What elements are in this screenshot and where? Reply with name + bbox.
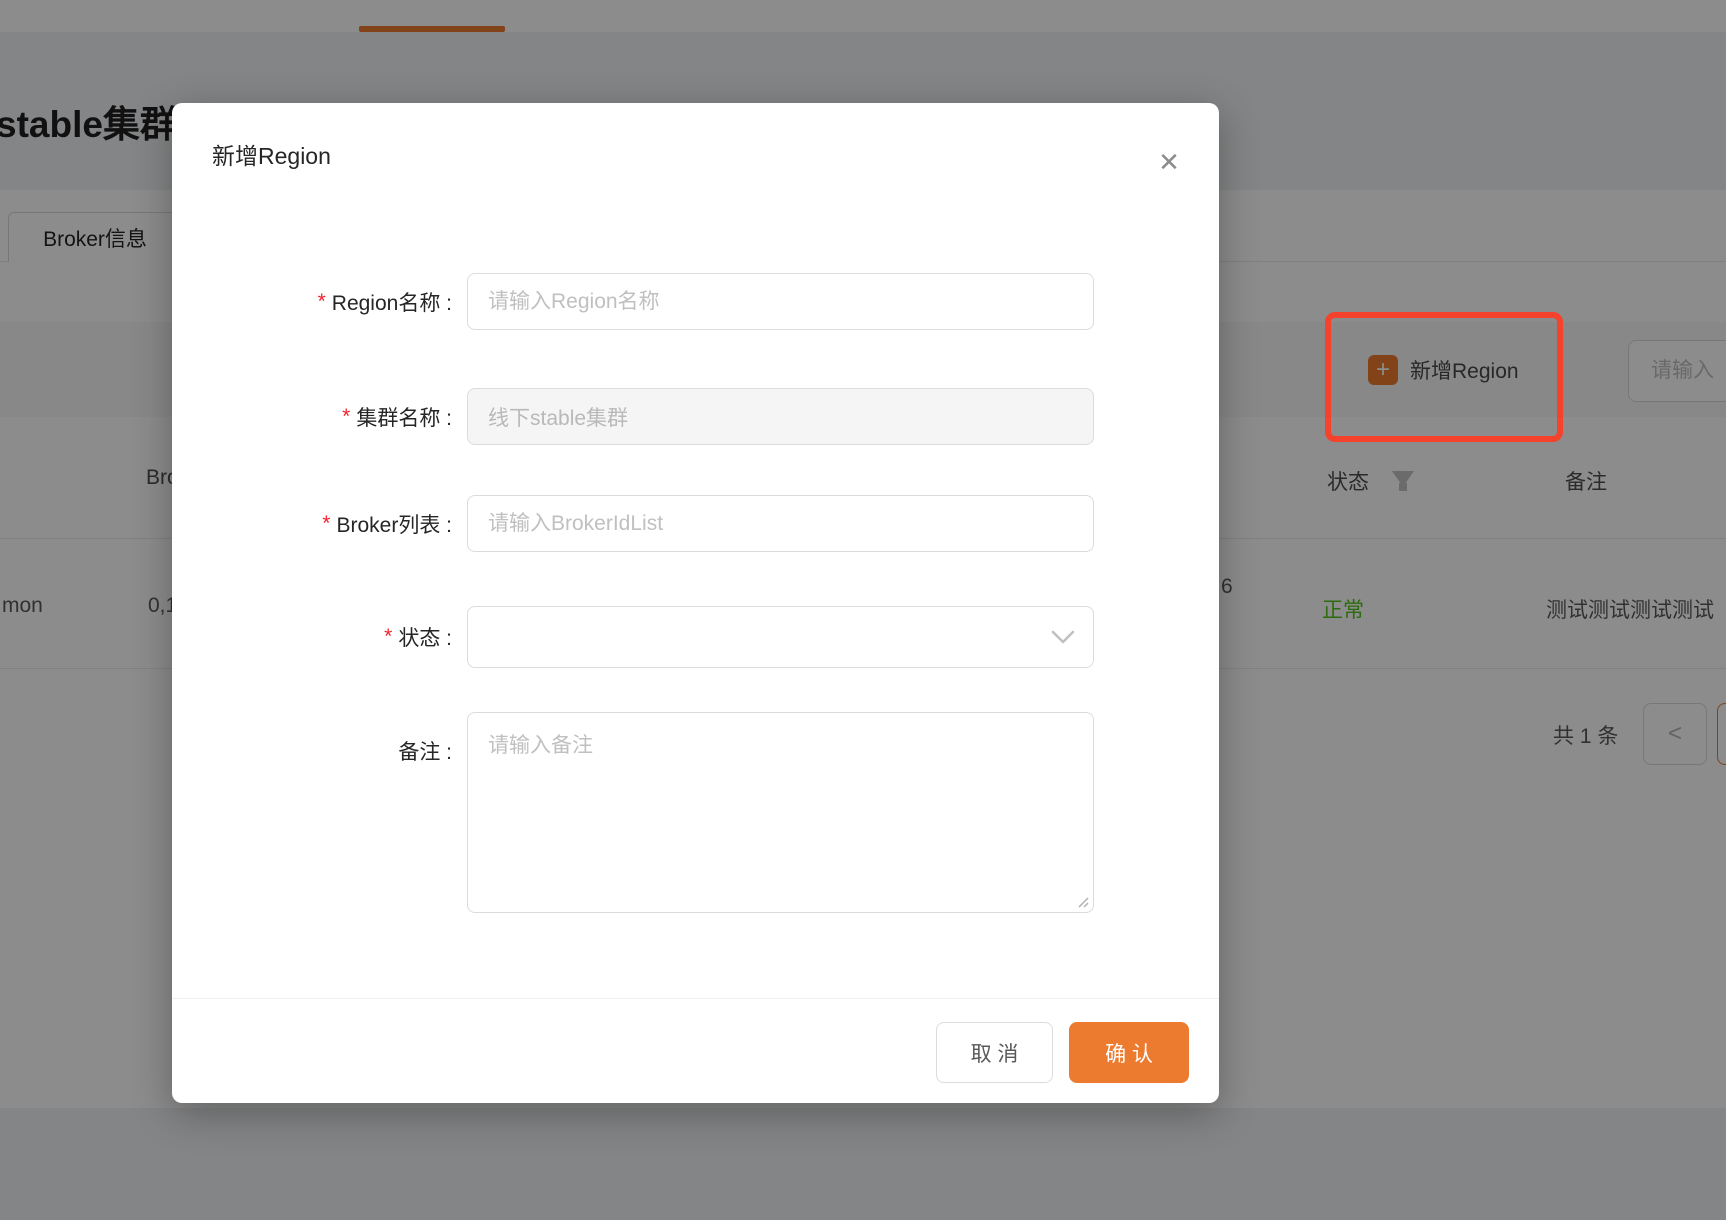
region-name-input[interactable] [467, 273, 1094, 330]
broker-list-label: Broker列表 : [336, 509, 452, 539]
form-row-remark: 备注 : [172, 712, 1219, 913]
modal-title: 新增Region [212, 137, 331, 171]
add-region-modal: 新增Region ✕ * Region名称 : * 集群名称 : [172, 103, 1219, 1103]
screen: stable集群 Broker信息 + 新增Region Bro 状态 备注 m… [0, 0, 1726, 1220]
form-row-status: * 状态 : [172, 606, 1219, 668]
chevron-down-icon [1051, 630, 1075, 644]
required-mark: * [322, 512, 330, 536]
required-mark: * [342, 405, 350, 429]
status-select[interactable] [467, 606, 1094, 668]
region-name-label: Region名称 : [332, 287, 452, 317]
remark-textarea[interactable] [467, 712, 1094, 913]
modal-footer-divider [172, 998, 1219, 999]
close-icon[interactable]: ✕ [1147, 140, 1191, 184]
cancel-button[interactable]: 取 消 [936, 1022, 1053, 1083]
form-row-region-name: * Region名称 : [172, 273, 1219, 330]
confirm-button[interactable]: 确 认 [1069, 1022, 1189, 1083]
remark-label: 备注 : [398, 736, 452, 766]
required-mark: * [384, 625, 392, 649]
annotation-highlight-box [1325, 312, 1563, 442]
cluster-name-input [467, 388, 1094, 445]
form-row-cluster-name: * 集群名称 : [172, 388, 1219, 445]
cluster-name-label: 集群名称 : [356, 402, 452, 432]
broker-list-input[interactable] [467, 495, 1094, 552]
status-label: 状态 : [398, 622, 452, 652]
required-mark: * [318, 290, 326, 314]
form-row-broker-list: * Broker列表 : [172, 495, 1219, 552]
